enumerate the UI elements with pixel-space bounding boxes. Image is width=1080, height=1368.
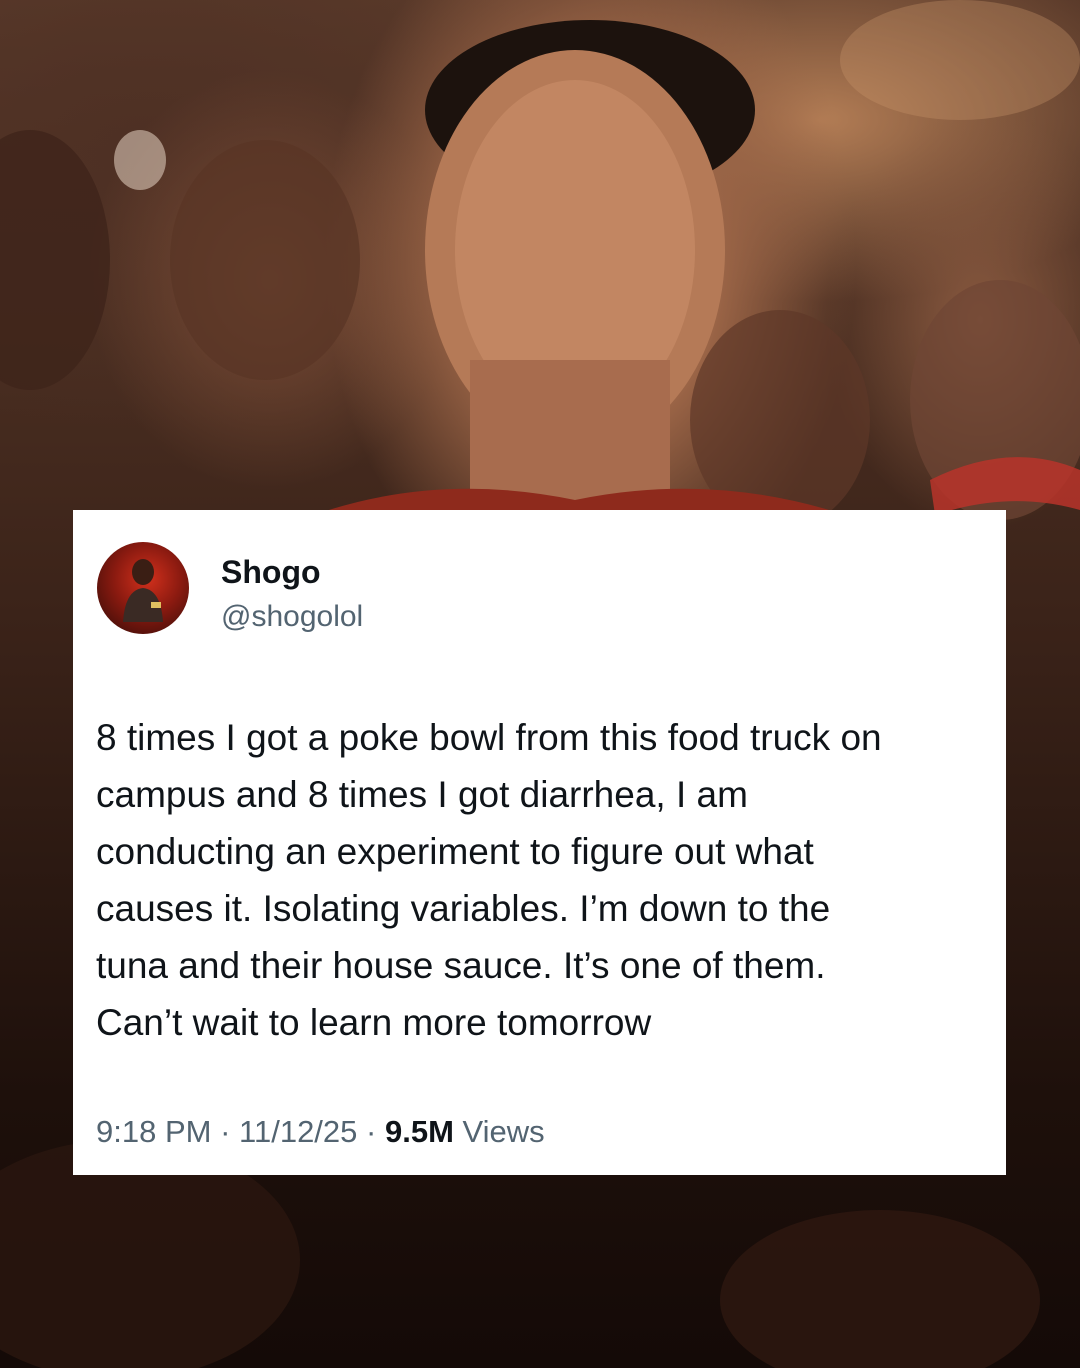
author-display-name[interactable]: Shogo (221, 554, 321, 590)
meta-separator: · (366, 1114, 377, 1149)
views-count: 9.5M (384, 1114, 454, 1149)
tweet-text: 8 times I got a poke bowl from this food… (96, 717, 882, 1043)
tweet-time[interactable]: 9:18 PM (96, 1114, 211, 1149)
meta-separator: · (220, 1114, 231, 1149)
tweet-card: Shogo @shogolol 8 times I got a poke bow… (73, 510, 1006, 1175)
views-label: Views (462, 1114, 545, 1149)
tweet-date[interactable]: 11/12/25 (239, 1114, 357, 1149)
avatar-image (123, 559, 163, 622)
avatar[interactable] (97, 542, 189, 634)
tweet-meta: 9:18 PM · 11/12/25 · 9.5M Views (96, 1112, 545, 1152)
author-handle[interactable]: @shogolol (221, 600, 363, 634)
